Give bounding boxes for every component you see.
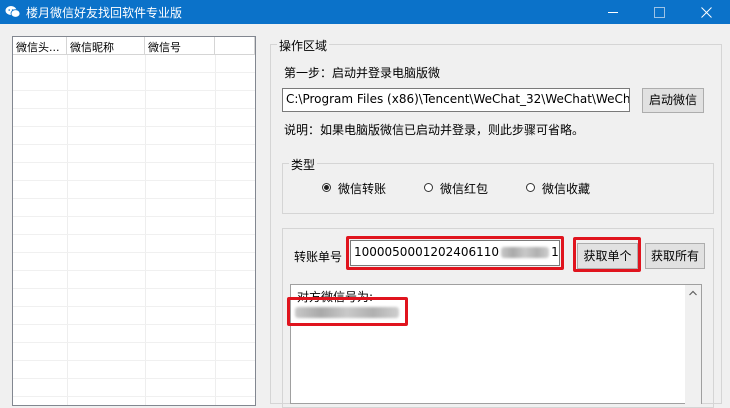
transfer-number-label: 转账单号 — [294, 250, 343, 264]
highlight-transfer-number — [346, 236, 564, 270]
scrollbar-track[interactable] — [685, 301, 701, 405]
grid-line — [13, 108, 255, 109]
column-header-filler — [215, 37, 255, 55]
grid-line — [13, 306, 255, 307]
radio-label: 微信红包 — [440, 182, 489, 196]
wechat-logo-icon — [5, 5, 21, 19]
grid-line — [13, 324, 255, 325]
list-header: 微信头... 微信昵称 微信号 — [13, 37, 255, 55]
grid-line — [13, 126, 255, 127]
grid-line — [13, 360, 255, 361]
grid-line — [13, 216, 255, 217]
grid-line — [13, 72, 255, 73]
grid-line — [13, 162, 255, 163]
maximize-button[interactable] — [636, 0, 682, 24]
column-header-wechat-id[interactable]: 微信号 — [145, 37, 215, 55]
highlight-get-single — [573, 237, 641, 272]
friends-list[interactable]: 微信头... 微信昵称 微信号 — [12, 36, 256, 406]
grid-line — [13, 198, 255, 199]
grid-line — [13, 90, 255, 91]
radio-unselected-icon — [424, 183, 433, 192]
grid-line — [13, 180, 255, 181]
radio-label: 微信收藏 — [542, 182, 591, 196]
minimize-button[interactable] — [590, 0, 636, 24]
column-header-avatar[interactable]: 微信头... — [13, 37, 67, 55]
column-header-nickname[interactable]: 微信昵称 — [67, 37, 145, 55]
radio-unselected-icon — [526, 183, 535, 192]
note-text: 说明：如果电脑版微信已启动并登录，则此步骤可省略。 — [284, 123, 585, 137]
title-bar: 楼月微信好友找回软件专业版 — [0, 0, 730, 24]
operation-area-title: 操作区域 — [277, 37, 330, 54]
grid-line — [13, 252, 255, 253]
window-title: 楼月微信好友找回软件专业版 — [26, 6, 183, 20]
grid-line — [13, 144, 255, 145]
grid-line — [13, 234, 255, 235]
grid-line — [13, 288, 255, 289]
close-button[interactable] — [684, 0, 730, 24]
launch-wechat-button[interactable]: 启动微信 — [642, 88, 704, 113]
wechat-path-input[interactable]: C:\Program Files (x86)\Tencent\WeChat_32… — [282, 88, 630, 112]
step1-label: 第一步：启动并登录电脑版微 — [284, 66, 441, 80]
radio-selected-icon — [322, 183, 331, 192]
chevron-up-icon — [689, 290, 697, 296]
scroll-up-button[interactable] — [685, 285, 701, 301]
radio-label: 微信转账 — [338, 182, 387, 196]
list-grid — [13, 55, 255, 405]
highlight-result — [287, 297, 408, 326]
type-group-title: 类型 — [289, 156, 318, 173]
grid-line — [13, 270, 255, 271]
grid-line — [13, 396, 255, 397]
grid-line — [13, 342, 255, 343]
close-icon — [701, 7, 712, 18]
get-all-button[interactable]: 获取所有 — [645, 243, 705, 269]
grid-line — [13, 378, 255, 379]
